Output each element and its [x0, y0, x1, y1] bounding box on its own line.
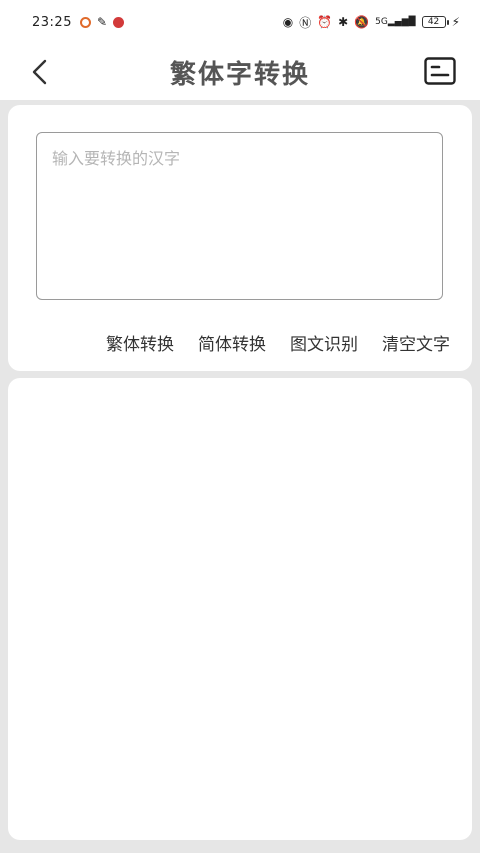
red-app-icon	[113, 16, 125, 28]
chinese-text-input[interactable]	[37, 133, 442, 299]
traditional-convert-button[interactable]: 繁体转换	[106, 330, 174, 355]
result-text	[8, 378, 472, 410]
status-time: 23:25	[32, 14, 72, 30]
back-button[interactable]	[22, 54, 58, 90]
status-bar: 23:25 ✎ ◉ Ⓝ ⏰ ✱ 🔕 5G▂▄▆█ 42 ⚡	[0, 0, 480, 44]
mute-icon: 🔕	[354, 15, 370, 29]
app-header: 繁体字转换	[0, 44, 480, 100]
eye-icon: ◉	[282, 15, 294, 29]
app-notification-icon	[79, 16, 91, 28]
nfc-icon: Ⓝ	[299, 15, 312, 30]
battery-level: 42	[427, 16, 440, 27]
battery-icon: 42	[421, 16, 449, 28]
chevron-left-icon	[32, 59, 47, 85]
signal-icon: 5G▂▄▆█	[375, 17, 416, 27]
simplified-convert-button[interactable]: 简体转换	[198, 330, 266, 355]
history-button[interactable]	[422, 53, 458, 89]
text-app-icon: ✎	[96, 15, 108, 29]
list-card-icon	[424, 57, 456, 85]
page-title: 繁体字转换	[169, 59, 310, 90]
input-card: 繁体转换 简体转换 图文识别 清空文字	[8, 105, 472, 371]
action-bar: 繁体转换 简体转换 图文识别 清空文字	[8, 327, 472, 357]
input-box	[36, 132, 443, 300]
ocr-button[interactable]: 图文识别	[290, 330, 358, 355]
result-card	[8, 378, 472, 840]
status-right: ◉ Ⓝ ⏰ ✱ 🔕 5G▂▄▆█ 42 ⚡	[283, 14, 460, 31]
alarm-icon: ⏰	[317, 15, 333, 29]
notification-icons: ✎	[79, 15, 125, 29]
charging-icon: ⚡	[451, 15, 460, 29]
bluetooth-icon: ✱	[338, 15, 349, 29]
clear-text-button[interactable]: 清空文字	[382, 330, 450, 355]
network-label: 5G	[375, 17, 388, 27]
